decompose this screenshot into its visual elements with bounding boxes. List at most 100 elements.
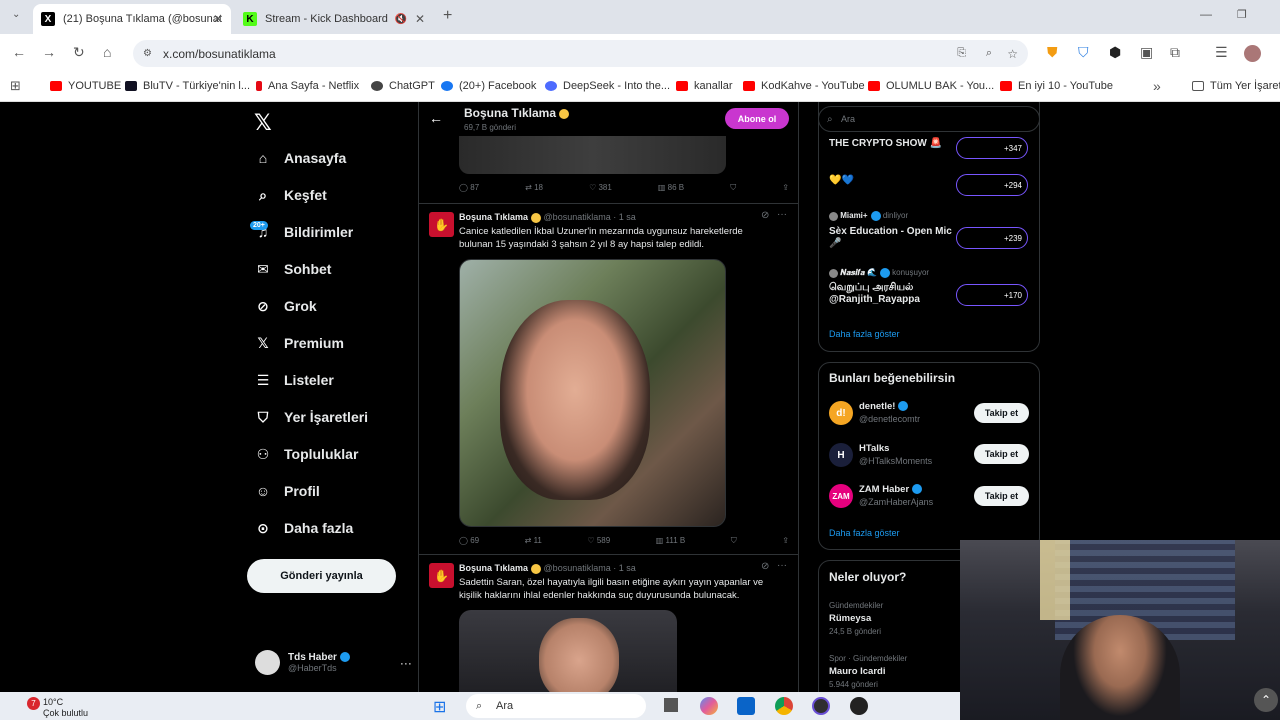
tweet-image[interactable] [459, 259, 726, 527]
tweet[interactable]: ✋ Boşuna Tıklama @bosunatiklama · 1 sa ⊘… [419, 204, 798, 554]
tweet-avatar[interactable]: ✋ [429, 563, 454, 588]
bookmark-star-icon[interactable]: ☆ [1007, 47, 1018, 61]
extensions-puzzle-icon[interactable]: ⧉ [1170, 44, 1180, 61]
space-title[interactable]: 💛💙 [829, 175, 854, 186]
tweet-image[interactable] [459, 136, 726, 174]
tab-kick[interactable]: K Stream - Kick Dashboard 🔇 ✕ [235, 4, 433, 34]
views-icon[interactable]: ▥ 111 B [656, 536, 686, 546]
address-bar[interactable]: ⚙ x.com/bosunatiklama ⎘ ⌕ ☆ [133, 40, 1028, 67]
bookmark-chatgpt[interactable]: ChatGPT [371, 80, 435, 92]
extension-vpn-icon[interactable]: ⛉ [1078, 44, 1089, 61]
tab-list-icon[interactable]: ⌄ [12, 9, 20, 20]
windows-start-icon[interactable]: ⊞ [433, 697, 446, 717]
space-listeners[interactable]: +294 [956, 174, 1028, 196]
show-more-link[interactable]: Daha fazla göster [829, 329, 900, 339]
minimize-icon[interactable]: — [1200, 7, 1212, 21]
bookmark-eniyi[interactable]: En iyi 10 - YouTube [1000, 80, 1113, 92]
follow-button[interactable]: Takip et [974, 486, 1029, 506]
reply-icon[interactable]: ◯ 69 [459, 536, 479, 546]
back-icon[interactable]: ← [12, 44, 26, 60]
maximize-icon[interactable]: ❐ [1237, 8, 1247, 21]
bookmark-all[interactable]: Tüm Yer İşaretle [1192, 80, 1280, 92]
more-dots-icon[interactable]: ··· [400, 656, 412, 670]
tweet-author[interactable]: Boşuna Tıklama [459, 563, 528, 573]
like-icon[interactable]: ♡ 381 [589, 183, 612, 193]
x-logo-icon[interactable]: 𝕏 [254, 110, 272, 136]
grok-analyze-icon[interactable]: ⊘ [761, 210, 769, 221]
nav-profile[interactable]: ☺ Profil [254, 482, 320, 500]
post-button[interactable]: Gönderi yayınla [247, 559, 396, 593]
close-icon[interactable]: ✕ [213, 12, 223, 26]
views-icon[interactable]: ▥ 86 B [658, 183, 684, 193]
nav-grok[interactable]: ⊘ Grok [254, 297, 317, 315]
suggestion[interactable]: HTalks @HTalksMoments [859, 443, 932, 466]
home-icon[interactable]: ⌂ [103, 44, 111, 60]
nav-communities[interactable]: ⚇ Topluluklar [254, 445, 359, 463]
site-info-icon[interactable]: ⚙ [143, 48, 152, 59]
nav-messages[interactable]: ✉ Sohbet [254, 260, 331, 278]
follow-button[interactable]: Takip et [974, 403, 1029, 423]
reply-icon[interactable]: ◯ 87 [459, 183, 479, 193]
retweet-icon[interactable]: ⇄ 18 [525, 183, 543, 193]
tweet-more-icon[interactable]: ··· [777, 560, 787, 571]
forward-icon[interactable]: → [42, 44, 56, 60]
nav-bookmarks[interactable]: ⛉ Yer İşaretleri [254, 408, 368, 426]
more-bookmarks-icon[interactable]: » [1153, 78, 1161, 94]
back-arrow-icon[interactable]: ← [429, 110, 443, 126]
nav-home[interactable]: ⌂ Anasayfa [254, 149, 347, 167]
share-icon[interactable]: ⇪ [782, 183, 789, 193]
scroll-top-icon[interactable]: ⌃ [1254, 688, 1278, 712]
bookmark-olumlu[interactable]: OLUMLU BAK - You... [868, 80, 994, 92]
show-more-link[interactable]: Daha fazla göster [829, 528, 900, 538]
retweet-icon[interactable]: ⇄ 11 [525, 536, 542, 546]
reading-list-icon[interactable]: ☰ [1215, 44, 1228, 61]
grok-analyze-icon[interactable]: ⊘ [761, 561, 769, 572]
new-tab-icon[interactable]: + [443, 7, 452, 25]
nav-lists[interactable]: ☰ Listeler [254, 371, 334, 389]
suggestion[interactable]: ZAM Haber @ZamHaberAjans [859, 484, 933, 507]
file-explorer-icon[interactable] [664, 698, 678, 712]
bookmark-deepseek[interactable]: DeepSeek - Into the... [545, 80, 670, 92]
app-icon[interactable] [850, 697, 868, 715]
suggestion-avatar[interactable]: ZAM [829, 484, 853, 508]
mute-icon[interactable]: 🔇 [395, 14, 407, 25]
close-icon[interactable]: ✕ [415, 12, 425, 26]
extension-window-icon[interactable]: ▣ [1140, 44, 1153, 61]
nav-premium[interactable]: 𝕏 Premium [254, 334, 344, 352]
subscribe-button[interactable]: Abone ol [725, 108, 789, 129]
space-title[interactable]: வெறுப்பு அரசியல் @Ranjith_Rayappa [829, 282, 954, 306]
bookmark-netflix[interactable]: Ana Sayfa - Netflix [256, 80, 359, 92]
bookmark-youtube[interactable]: YOUTUBE [50, 80, 121, 92]
copilot-icon[interactable] [700, 697, 718, 715]
outlook-icon[interactable] [737, 697, 755, 715]
suggestion-avatar[interactable]: H [829, 443, 853, 467]
bookmark-blutv[interactable]: BluTV - Türkiye'nin l... [125, 80, 250, 92]
chrome-icon[interactable] [775, 697, 793, 715]
tweet-author[interactable]: Boşuna Tıklama [459, 212, 528, 222]
tweet-more-icon[interactable]: ··· [777, 209, 787, 220]
trend-item[interactable]: Spor · Gündemdekiler Mauro Icardi 5.944 … [829, 654, 907, 689]
obs-icon[interactable] [812, 697, 830, 715]
reload-icon[interactable]: ↻ [73, 44, 85, 61]
taskbar-search[interactable]: ⌕ Ara [466, 694, 646, 718]
space-title[interactable]: Sèx Education - Open Mic 🎤 [829, 226, 954, 250]
profile-avatar[interactable] [1244, 45, 1261, 62]
tab-x[interactable]: X (21) Boşuna Tıklama (@bosunat ✕ [33, 4, 231, 34]
weather-widget[interactable]: 7 10°C Çok bulutlu [27, 697, 88, 719]
suggestion[interactable]: denetle! @denetlecomtr [859, 401, 920, 424]
follow-button[interactable]: Takip et [974, 444, 1029, 464]
space-title[interactable]: THE CRYPTO SHOW 🚨 [829, 138, 942, 149]
like-icon[interactable]: ♡ 589 [587, 536, 610, 546]
tweet-avatar[interactable]: ✋ [429, 212, 454, 237]
bookmark-kodkahve[interactable]: KodKahve - YouTube [743, 80, 865, 92]
share-icon[interactable]: ⇪ [782, 536, 789, 546]
space-listeners[interactable]: +347 [956, 137, 1028, 159]
bookmark-facebook[interactable]: (20+) Facebook [441, 80, 536, 92]
suggestion-avatar[interactable]: d! [829, 401, 853, 425]
nav-more[interactable]: ⊙ Daha fazla [254, 519, 353, 537]
account-switcher[interactable]: Tds Haber @HaberTds ··· [255, 650, 412, 675]
nav-notifications[interactable]: ♫ Bildirimler [254, 223, 354, 241]
space-listeners[interactable]: +170 [956, 284, 1028, 306]
trend-item[interactable]: Gündemdekiler Rümeysa 24,5 B gönderi [829, 601, 883, 636]
tweet[interactable]: ✋ Boşuna Tıklama @bosunatiklama · 1 sa ⊘… [419, 555, 798, 692]
